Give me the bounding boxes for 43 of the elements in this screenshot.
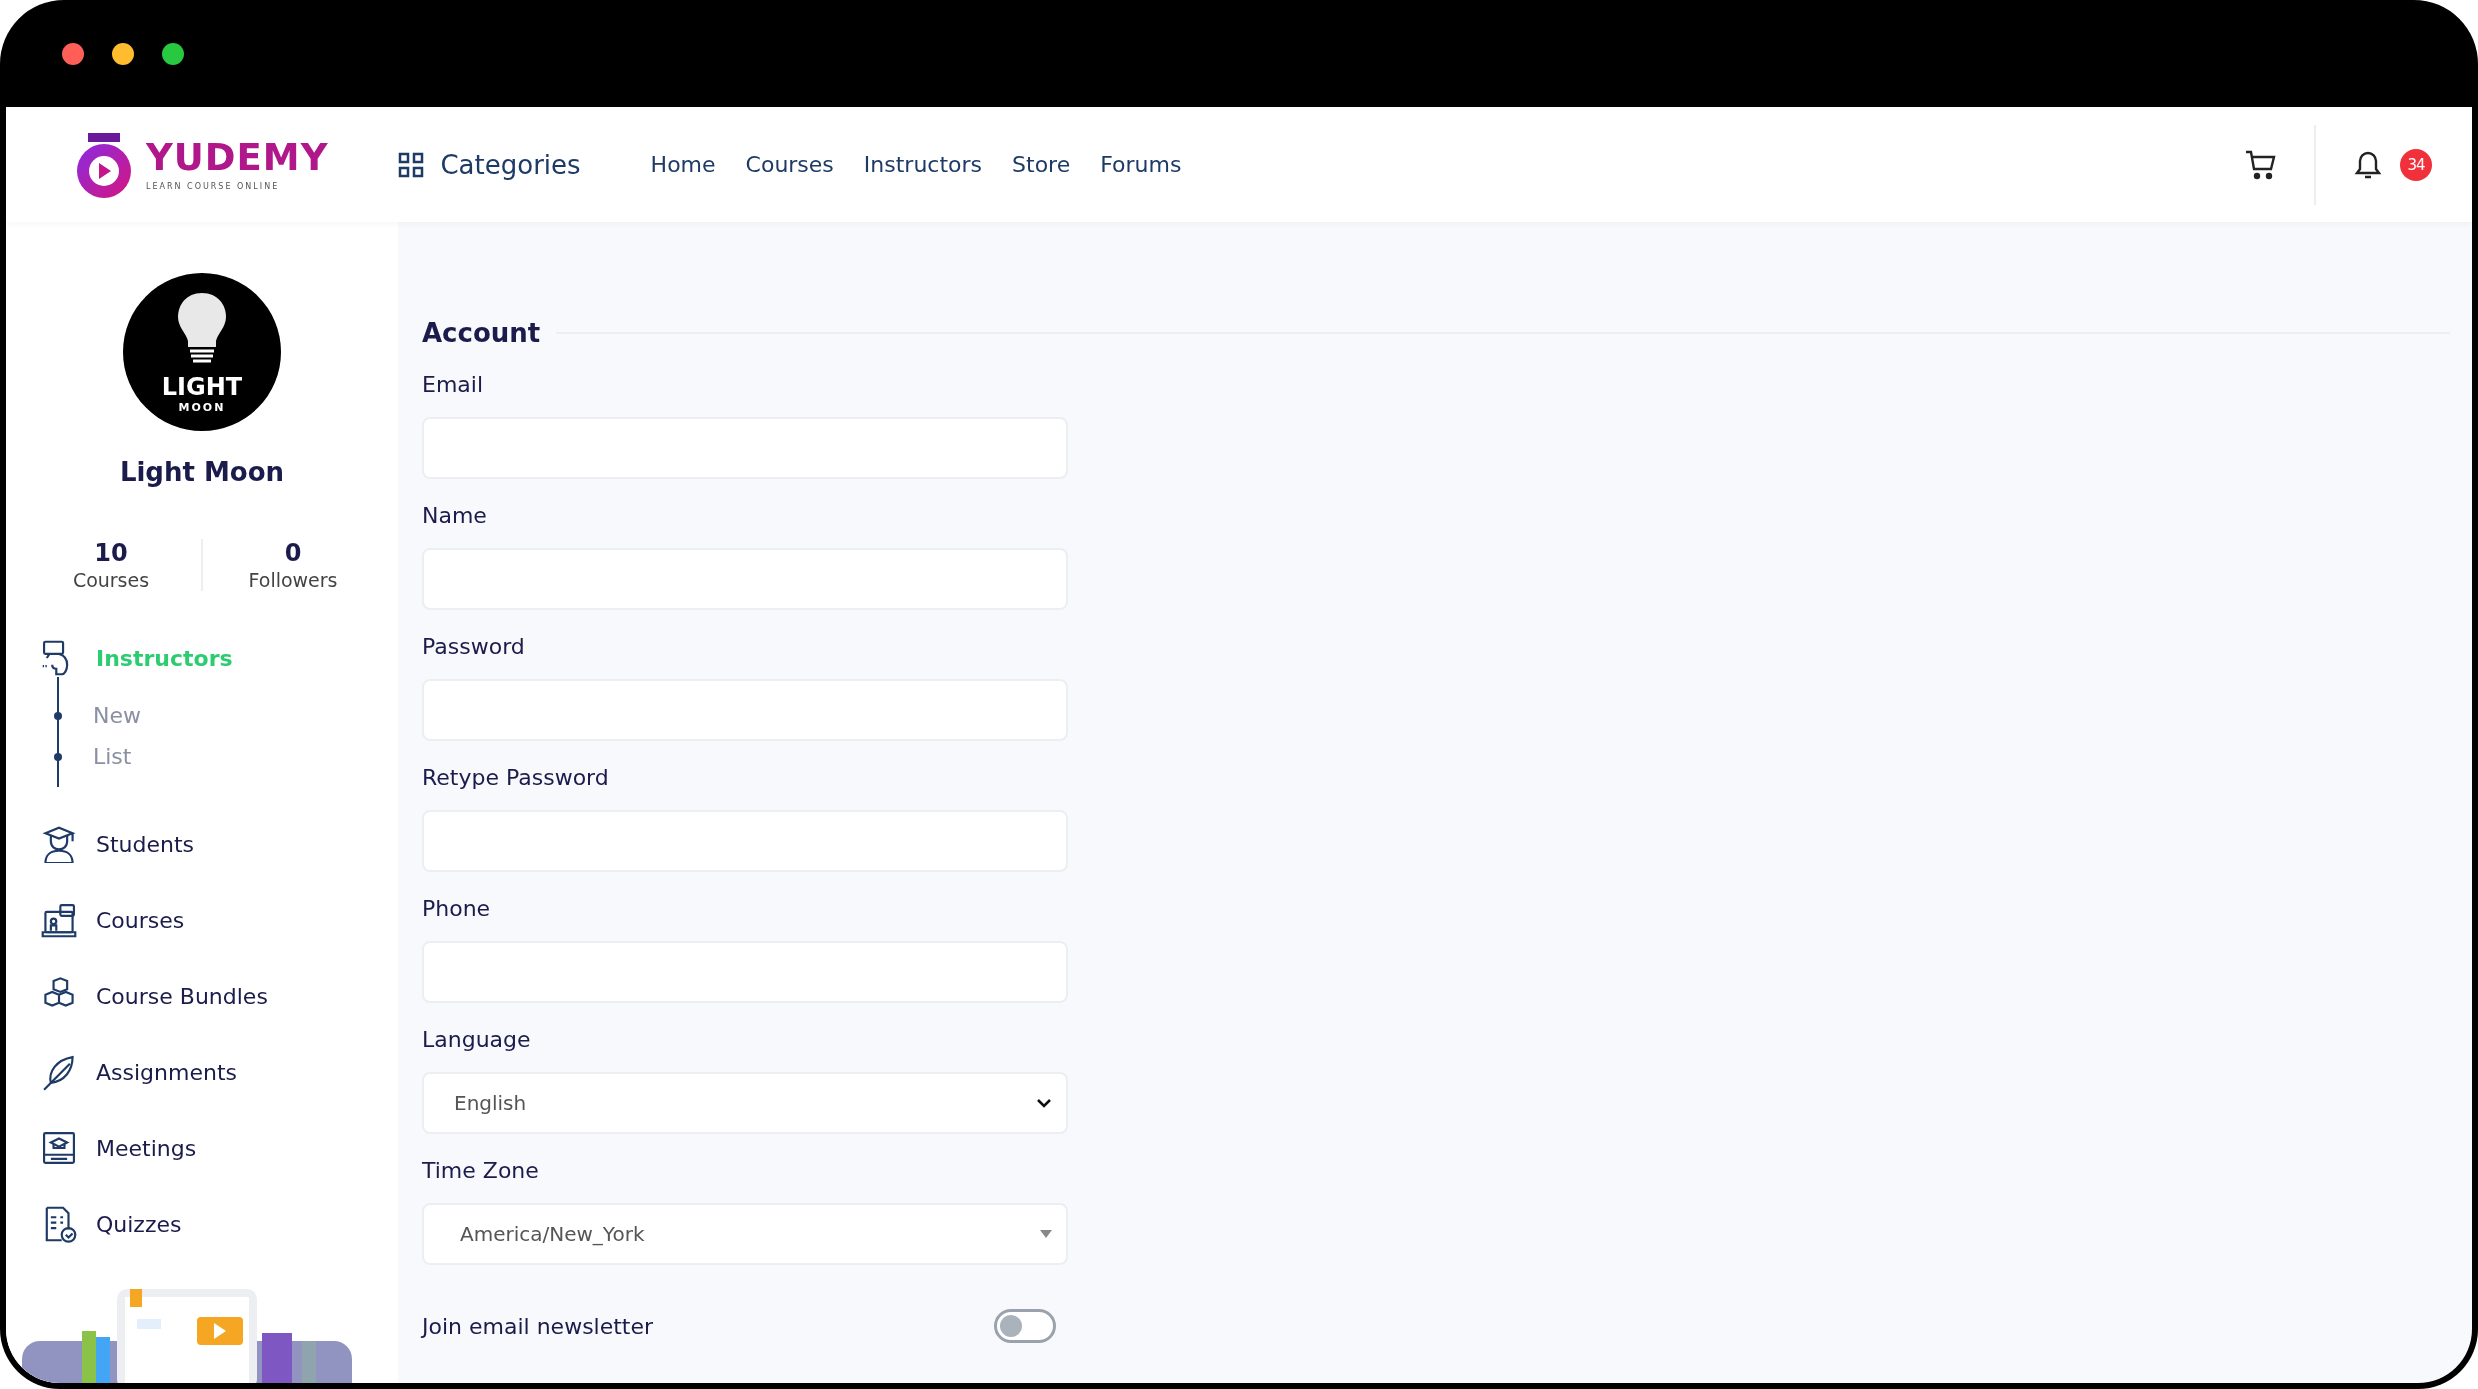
nav-link[interactable]: Home — [650, 152, 716, 177]
categories-button[interactable]: Categories — [398, 149, 581, 180]
logo-tagline: LEARN COURSE ONLINE — [146, 181, 281, 191]
window-control[interactable] — [162, 42, 184, 65]
field-label: Time Zone — [422, 1158, 540, 1183]
student-icon — [40, 825, 78, 863]
toggle-switch[interactable] — [994, 1309, 1056, 1343]
notification-badge: 34 — [2400, 148, 2432, 181]
timezone-select[interactable]: America/New_York — [422, 1203, 1068, 1265]
menu-item[interactable]: Assignments — [96, 1059, 237, 1085]
menu-item[interactable]: Courses — [96, 907, 185, 933]
stat-value: 10 — [94, 539, 128, 567]
menu-item[interactable]: Meetings — [96, 1135, 197, 1161]
field-label: Password — [422, 634, 526, 659]
nav-link[interactable]: Courses — [745, 152, 834, 177]
logo-name: YUDEMY — [146, 138, 329, 176]
toggle-label: Join email newsletter — [422, 1313, 654, 1339]
profile-name: Light Moon — [119, 457, 285, 487]
grid-icon — [398, 151, 425, 178]
field-label: Phone — [422, 896, 492, 921]
menu-item[interactable]: Quizzes — [96, 1211, 182, 1237]
stat-label: Followers — [248, 569, 338, 591]
avatar-logo: LIGHT MOON — [123, 273, 281, 431]
nav-link[interactable]: Instructors — [863, 152, 983, 177]
window-control[interactable] — [62, 42, 84, 65]
nav-link[interactable]: Store — [1012, 152, 1071, 177]
laptop-icon — [40, 901, 78, 939]
field-label: Name — [422, 503, 488, 528]
section-title: Account — [422, 318, 541, 348]
stat-value: 0 — [284, 539, 302, 567]
menu-item[interactable]: Students — [96, 831, 195, 857]
menu-item[interactable]: Course Bundles — [96, 983, 268, 1009]
monitor-icon — [40, 1129, 78, 1167]
cart-icon[interactable] — [2244, 148, 2278, 181]
field-label: Language — [422, 1027, 532, 1052]
dropdown-arrow-icon — [1040, 1230, 1052, 1238]
language-select[interactable]: English — [422, 1072, 1068, 1134]
chevron-down-icon — [1036, 1098, 1052, 1108]
stat-label: Courses — [72, 569, 150, 591]
field-label: Retype Password — [422, 765, 610, 790]
field-label: Email — [422, 372, 485, 397]
nav-link[interactable]: Forums — [1100, 152, 1182, 177]
window-control[interactable] — [112, 42, 134, 65]
